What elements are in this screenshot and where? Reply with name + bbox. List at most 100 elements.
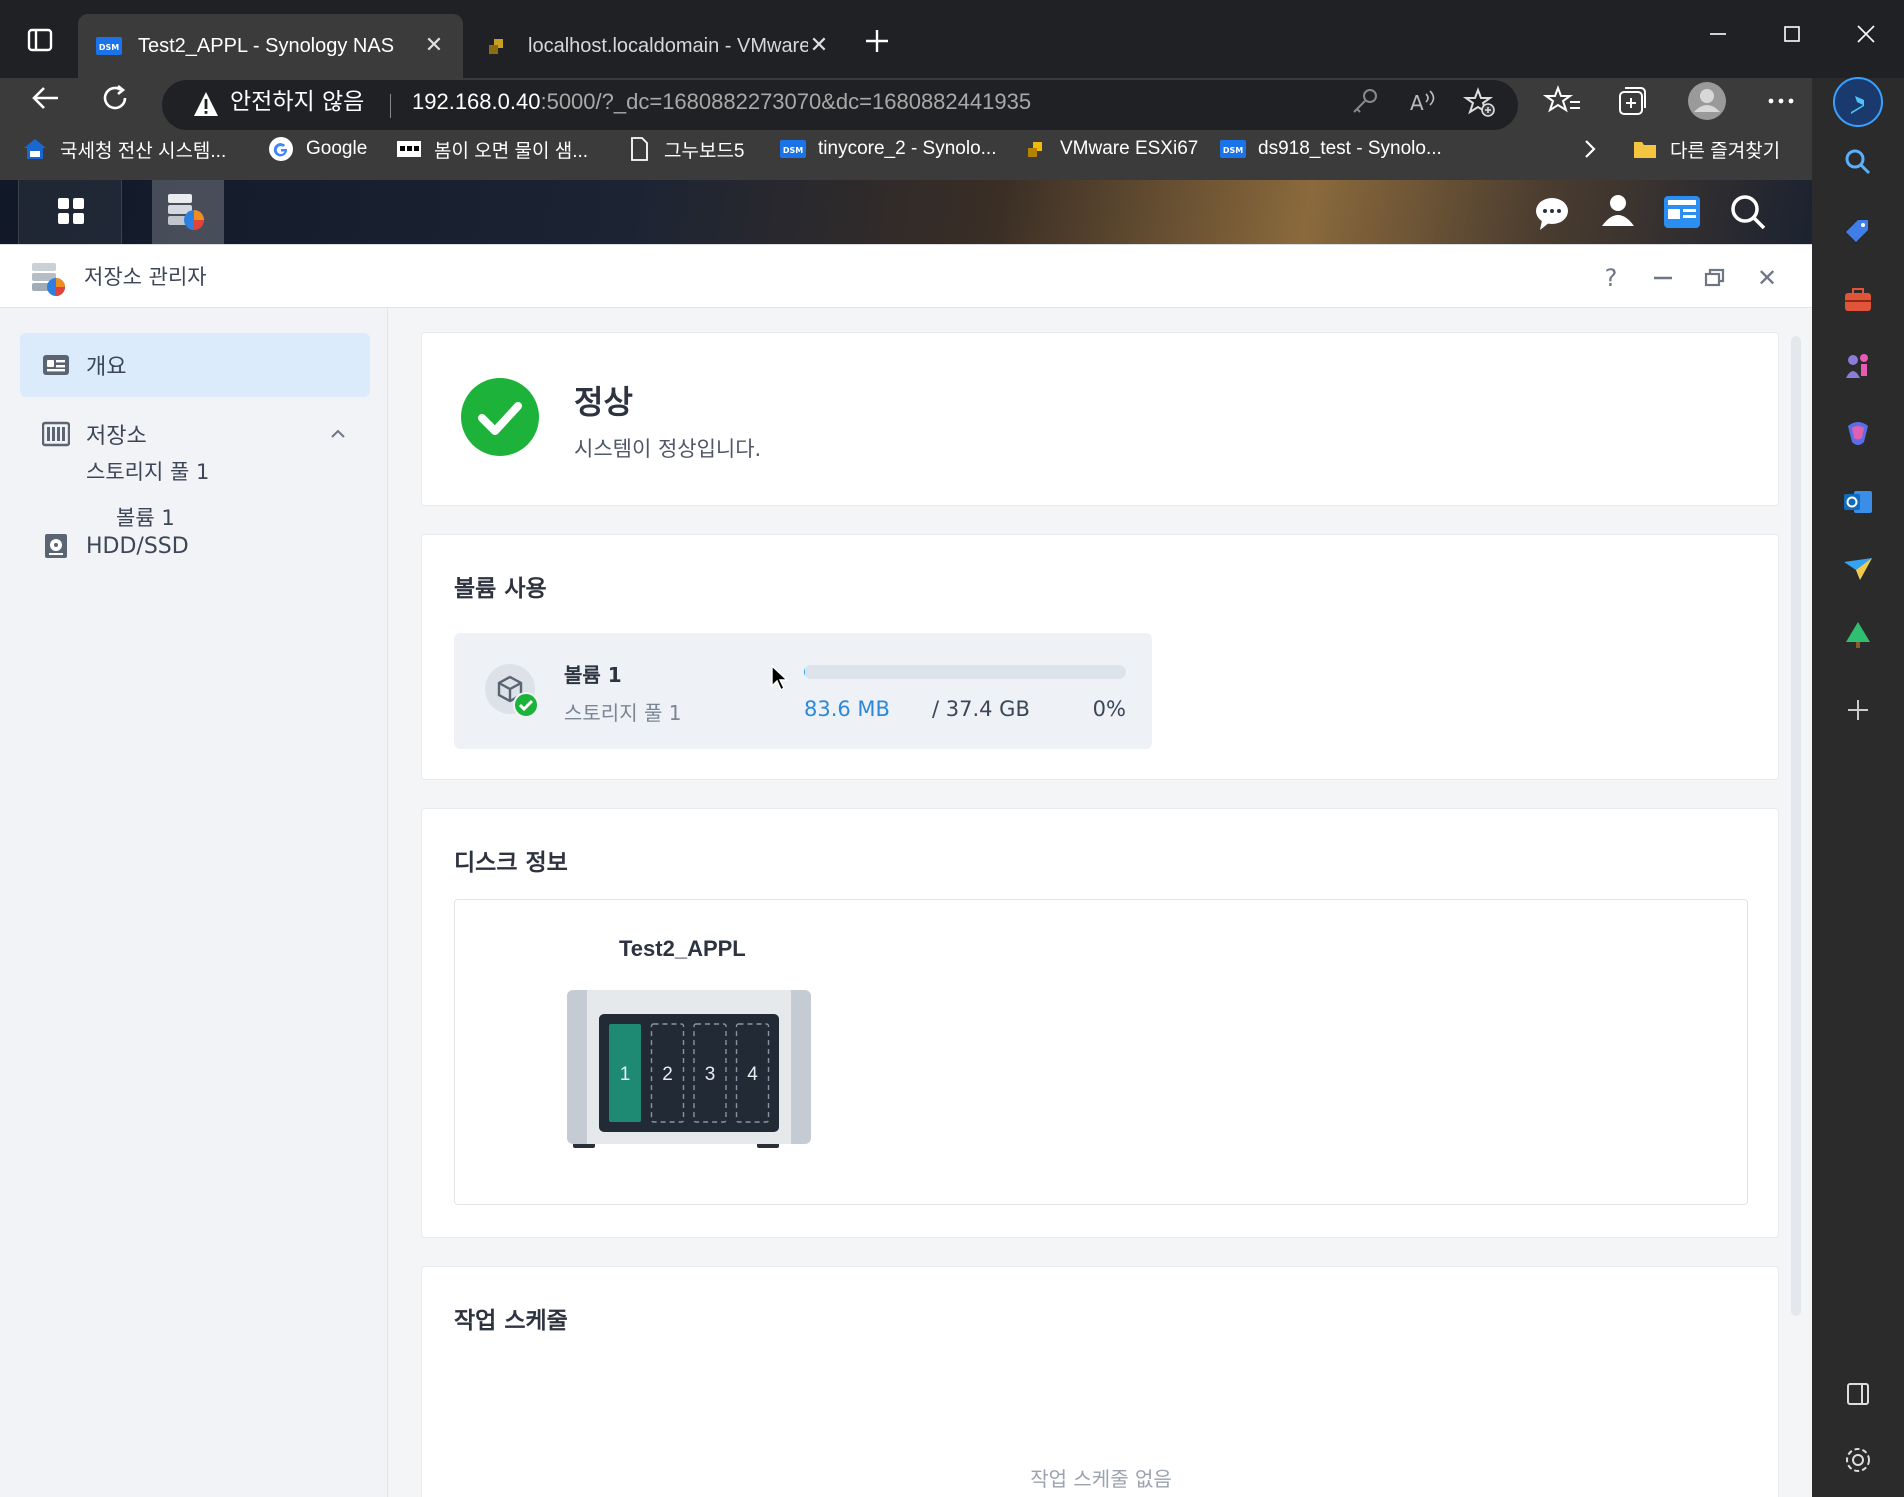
chevron-up-icon[interactable] [326,422,350,446]
nav-overview[interactable]: 개요 [20,333,370,397]
back-icon[interactable] [26,78,66,118]
security-warning[interactable]: 안전하지 않음 [230,82,364,122]
volume-percent: 0% [1092,697,1126,721]
volume-name: 볼륨 1 [564,663,622,687]
task-schedule-empty: 작업 스케줄 없음 [1030,1467,1172,1491]
blog-icon [397,141,421,157]
window-title: 저장소 관리자 [84,265,207,289]
content-scrollbar[interactable] [1791,336,1801,1316]
tab-title: localhost.localdomain - VMware [528,34,808,57]
storage-manager-window: 저장소 관리자 ? ✕ 개요 저장소 스토리지 풀 1 볼륨 1 HDD/SSD… [0,244,1812,1497]
maximize-window-icon[interactable] [1772,18,1812,50]
nas-name: Test2_APPL [619,936,746,961]
user-icon[interactable] [1588,180,1648,245]
bookmark-ds918[interactable]: DSM ds918_test - Synolo... [1220,134,1442,164]
volume-used: 83.6 MB [804,697,890,721]
nav-storage-label: 저장소 [86,424,147,449]
tree-icon[interactable] [1838,616,1878,656]
new-tab-icon[interactable] [860,24,894,58]
settings-gear-icon[interactable] [1838,1440,1878,1480]
nav-hdd-ssd-label: HDD/SSD [86,533,189,559]
hide-sidebar-icon[interactable] [1838,1374,1878,1414]
hdd-icon [45,534,67,558]
send-drop-icon[interactable] [1838,548,1878,588]
url-separator [390,94,391,118]
search-sidebar-icon[interactable] [1838,142,1878,182]
help-icon[interactable]: ? [1596,263,1626,293]
task-schedule-card: 작업 스케줄 작업 스케줄 없음 [421,1266,1779,1497]
more-options-icon[interactable] [1758,78,1804,124]
main-content: 정상 시스템이 정상입니다. 볼륨 사용 볼륨 1 스토리지 풀 1 83.6 … [389,308,1812,1497]
url-text[interactable]: 192.168.0.40:5000/?_dc=1680882273070&dc=… [412,82,1031,122]
shopping-tag-icon[interactable] [1838,212,1878,252]
refresh-icon[interactable] [96,78,136,118]
disk-info-title: 디스크 정보 [454,850,568,876]
key-icon[interactable] [1344,82,1384,122]
task-schedule-title: 작업 스케줄 [454,1308,568,1334]
bookmark-gnuboard[interactable]: 그누보드5 [626,134,745,164]
collections-icon[interactable] [1610,78,1656,124]
vmware-favicon-icon [489,39,503,54]
profile-avatar-icon[interactable] [1684,78,1730,124]
chat-icon[interactable] [1522,180,1582,245]
svg-text:DSM: DSM [1223,146,1243,155]
dsm-icon: DSM [1220,140,1246,158]
storage-manager-icon [32,263,65,296]
other-favorites[interactable]: 다른 즐겨찾기 [1632,134,1780,164]
nav-storage-pool[interactable]: 스토리지 풀 1 [86,456,209,486]
drive-bay-label: 1 [620,1064,631,1085]
system-status-card: 정상 시스템이 정상입니다. [421,332,1779,506]
bookmark-google[interactable]: Google [268,134,367,164]
volume-pool: 스토리지 풀 1 [564,701,682,725]
storage-icon [42,421,70,447]
nav-hdd-ssd[interactable]: HDD/SSD [20,514,370,578]
status-ok-check-icon [461,378,539,456]
dsm-search-icon[interactable] [1718,180,1778,245]
tab-close-icon[interactable]: ✕ [423,35,445,57]
volume-usage-bar [804,665,1126,679]
volume-usage-card: 볼륨 사용 볼륨 1 스토리지 풀 1 83.6 MB / 37.4 GB 0% [421,534,1779,780]
vmware-icon [1028,142,1042,157]
status-title: 정상 [574,383,633,421]
read-aloud-icon[interactable]: A [1402,82,1442,122]
widgets-icon[interactable] [1652,180,1712,245]
add-sidebar-app-icon[interactable] [1838,690,1878,730]
main-menu-icon[interactable] [18,180,122,245]
volume-cube-icon [485,664,539,718]
status-message: 시스템이 정상입니다. [574,437,762,461]
bing-icon[interactable] [1832,76,1884,128]
minimize-window-icon[interactable] [1698,18,1738,50]
add-favorite-icon[interactable] [1460,82,1500,122]
close-icon[interactable]: ✕ [1752,263,1782,293]
tools-briefcase-icon[interactable] [1838,280,1878,320]
bookmark-blog[interactable]: 봄이 오면 물이 샘... [396,134,588,164]
bookmark-tinycore[interactable]: DSM tinycore_2 - Synolo... [780,134,996,164]
games-icon[interactable] [1838,346,1878,386]
copilot-icon[interactable] [1838,414,1878,454]
tab-actions-icon[interactable] [22,22,58,58]
tab-synology-nas[interactable]: DSM Test2_APPL - Synology NAS ✕ [78,14,463,78]
volume-total: / 37.4 GB [932,697,1030,721]
warning-icon [192,84,220,124]
restore-icon[interactable] [1700,263,1730,293]
folder-icon [1634,142,1656,158]
minimize-icon[interactable] [1648,263,1678,293]
volume-usage-title: 볼륨 사용 [454,576,547,602]
volume-item[interactable]: 볼륨 1 스토리지 풀 1 83.6 MB / 37.4 GB 0% [454,633,1152,749]
bookmark-hometax[interactable]: 국세청 전산 시스템... [22,134,226,164]
bookmarks-overflow-chevron-icon[interactable] [1580,134,1600,164]
bookmark-vmware[interactable]: VMware ESXi67 [1022,134,1198,164]
outlook-icon[interactable] [1838,482,1878,522]
nas-device-icon[interactable]: 1 2 3 4 [567,990,811,1156]
tab-title: Test2_APPL - Synology NAS [138,34,395,57]
favorites-icon[interactable] [1540,78,1586,124]
window-header: 저장소 관리자 ? ✕ [0,245,1812,308]
overview-icon [43,355,69,375]
tab-close-icon[interactable]: ✕ [808,35,830,57]
drive-bay-label: 2 [662,1064,673,1085]
close-window-icon[interactable] [1846,18,1886,50]
tab-vmware[interactable]: localhost.localdomain - VMware ✕ [468,14,848,78]
hometax-icon [24,139,46,159]
drive-bay-label: 4 [747,1064,758,1085]
taskbar-storage-manager-icon[interactable] [132,180,236,245]
